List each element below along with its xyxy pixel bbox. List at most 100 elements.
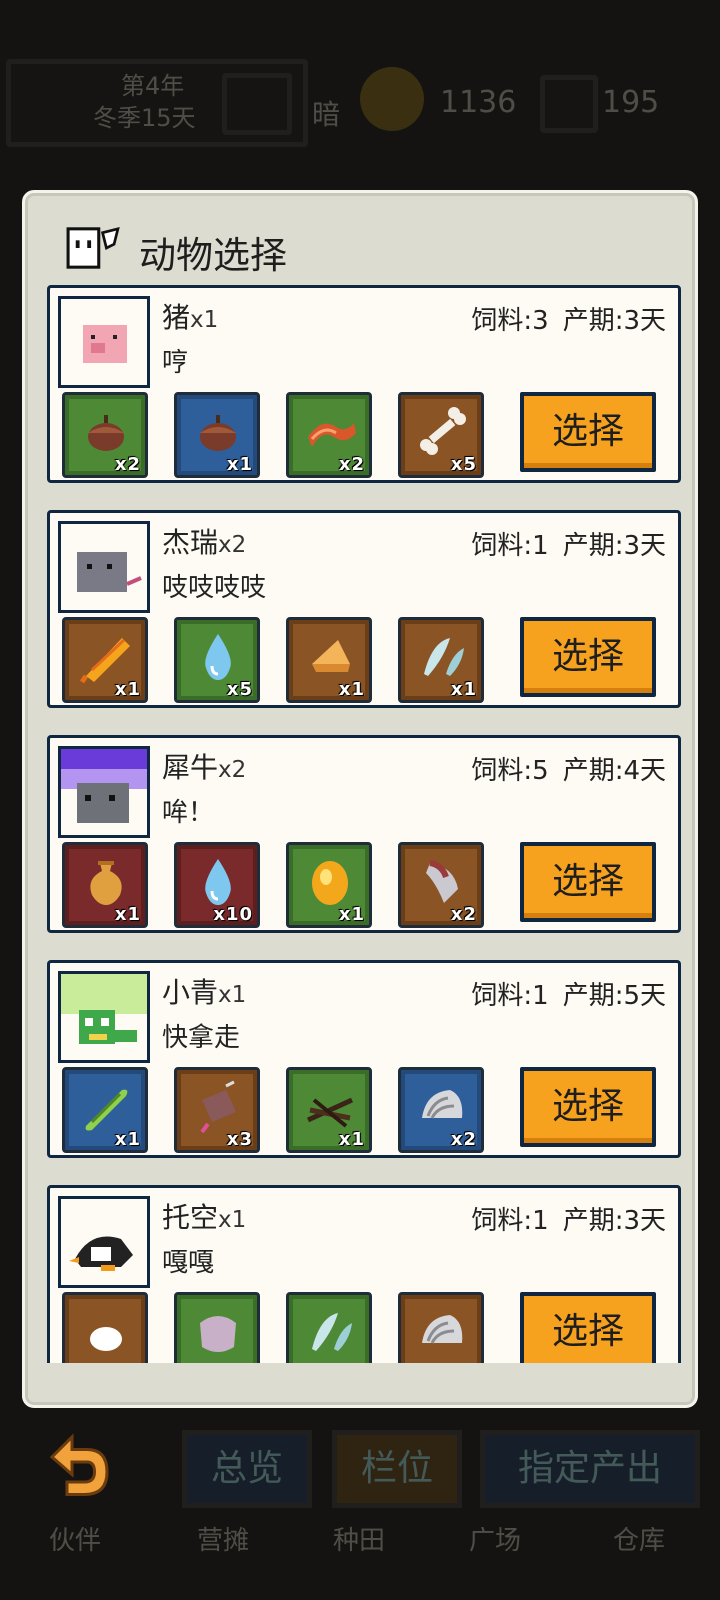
product-slot[interactable]: x2 (62, 392, 148, 478)
horn-icon (426, 860, 458, 903)
animal-description: 快拿走 (162, 1023, 241, 1053)
product-qty: x2 (338, 454, 365, 475)
nav-partner[interactable]: 伙伴 (20, 1520, 130, 1557)
back-arrow-icon[interactable] (42, 1432, 112, 1502)
bacon-icon (308, 423, 356, 447)
product-qty: x5 (450, 454, 477, 475)
product-slot[interactable]: x5 (398, 392, 484, 478)
animal-count: x1 (218, 1207, 247, 1233)
product-slot[interactable]: x10 (174, 842, 260, 928)
animal-count: x1 (190, 307, 219, 333)
period-stat: 产期:5天 (562, 981, 666, 1011)
penguin-icon (58, 1196, 150, 1288)
shell-icon (422, 1090, 463, 1119)
product-qty: x1 (114, 679, 141, 700)
animal-name: 托空x1 (162, 1196, 246, 1236)
product-slot[interactable]: x3 (174, 1067, 260, 1153)
period-stat: 产期:3天 (562, 531, 666, 561)
product-slot[interactable]: x1 (62, 1067, 148, 1153)
animal-list[interactable]: 猪x1 哼 饲料:3 产期:3天 x2 x1 x2 x5 选择 杰瑞x2 吱吱吱吱 饲料… (45, 285, 685, 1363)
product-slot[interactable]: x5 (174, 617, 260, 703)
feather-icon (424, 638, 464, 676)
animal-description: 吱吱吱吱 (162, 573, 267, 603)
animal-select-icon (66, 226, 120, 269)
animal-name: 猪x1 (162, 296, 218, 336)
product-slot[interactable] (398, 1292, 484, 1363)
product-qty: x1 (450, 679, 477, 700)
animal-name: 犀牛x2 (162, 746, 246, 786)
animal-card: 小青x1 快拿走 饲料:1 产期:5天 x1 x3 x1 x2 选择 (47, 960, 681, 1158)
animal-name-text: 小青 (162, 976, 219, 1009)
dialog-title: 动物选择 (139, 234, 287, 277)
animal-select-dialog: 动物选择 猪x1 哼 饲料:3 产期:3天 x2 x1 x2 x5 选择 杰瑞x2 吱吱… (22, 190, 698, 1408)
product-slot[interactable]: x1 (286, 617, 372, 703)
animal-card: 托空x1 嘎嘎 饲料:1 产期:3天 选择 (47, 1185, 681, 1363)
feed-stat: 饲料:1 (471, 531, 549, 561)
gem-count: 195 (602, 85, 660, 120)
rhino-icon (58, 746, 150, 838)
select-button[interactable]: 选择 (520, 1067, 656, 1147)
product-qty: x2 (114, 454, 141, 475)
select-button[interactable]: 选择 (520, 842, 656, 922)
product-qty: x5 (226, 679, 253, 700)
select-button[interactable]: 选择 (520, 1292, 656, 1363)
tab-overview[interactable]: 总览 (182, 1430, 312, 1508)
pig-icon (58, 296, 150, 388)
animal-name-text: 猪 (162, 301, 191, 334)
tab-assign-output[interactable]: 指定产出 (480, 1430, 700, 1508)
year-label: 第4年 (121, 72, 185, 100)
vase-icon (90, 861, 122, 905)
animal-description: 哞！ (162, 798, 215, 828)
product-slot[interactable]: x2 (398, 842, 484, 928)
nav-warehouse[interactable]: 仓库 (584, 1520, 694, 1557)
tab-stalls[interactable]: 栏位 (332, 1430, 462, 1508)
nav-plaza[interactable]: 广场 (440, 1520, 550, 1557)
product-qty: x2 (450, 904, 477, 925)
animal-name-text: 犀牛 (162, 751, 219, 784)
animal-count: x1 (218, 982, 247, 1008)
animal-description: 嘎嘎 (162, 1248, 215, 1278)
product-slot[interactable]: x1 (62, 842, 148, 928)
product-qty: x2 (450, 1129, 477, 1150)
animal-description: 哼 (162, 348, 189, 378)
product-slot[interactable] (62, 1292, 148, 1363)
animal-card: 猪x1 哼 饲料:3 产期:3天 x2 x1 x2 x5 选择 (47, 285, 681, 483)
product-slot[interactable]: x2 (398, 1067, 484, 1153)
product-qty: x1 (338, 1129, 365, 1150)
product-slot[interactable]: x1 (62, 617, 148, 703)
animal-card: 杰瑞x2 吱吱吱吱 饲料:1 产期:3天 x1 x5 x1 x1 选择 (47, 510, 681, 708)
feather-icon (312, 1313, 352, 1351)
meat-skewer-icon (200, 1080, 236, 1134)
product-slot[interactable]: x1 (286, 842, 372, 928)
shell-icon (422, 1315, 463, 1344)
cucumber-icon (85, 1089, 128, 1131)
product-slot[interactable] (286, 1292, 372, 1363)
period-stat: 产期:4天 (562, 756, 666, 786)
product-qty: x10 (213, 904, 253, 925)
product-qty: x1 (338, 679, 365, 700)
coin-count: 1136 (440, 85, 517, 120)
product-slot[interactable]: x2 (286, 392, 372, 478)
select-button[interactable]: 选择 (520, 392, 656, 472)
animal-stats: 饲料:5 产期:4天 (471, 750, 666, 787)
water-drop-icon (205, 859, 231, 905)
animal-stats: 饲料:1 产期:5天 (471, 975, 666, 1012)
water-drop-icon (205, 634, 231, 680)
product-slot[interactable]: x1 (398, 617, 484, 703)
product-slot[interactable]: x1 (174, 392, 260, 478)
animal-count: x2 (218, 757, 247, 783)
season-day-label: 冬季15天 (93, 104, 196, 132)
snake-icon (58, 971, 150, 1063)
animal-stats: 饲料:3 产期:3天 (471, 300, 666, 337)
product-slot[interactable] (174, 1292, 260, 1363)
nav-stall[interactable]: 营摊 (168, 1520, 278, 1557)
bone-icon (420, 407, 466, 455)
nut-icon (88, 415, 124, 451)
nav-farm[interactable]: 种田 (304, 1520, 414, 1557)
nut-icon (200, 415, 236, 451)
select-button[interactable]: 选择 (520, 617, 656, 697)
product-qty: x3 (226, 1129, 253, 1150)
product-qty: x1 (114, 904, 141, 925)
product-slot[interactable]: x1 (286, 1067, 372, 1153)
animal-card: 犀牛x2 哞！ 饲料:5 产期:4天 x1 x10 x1 x2 选择 (47, 735, 681, 933)
